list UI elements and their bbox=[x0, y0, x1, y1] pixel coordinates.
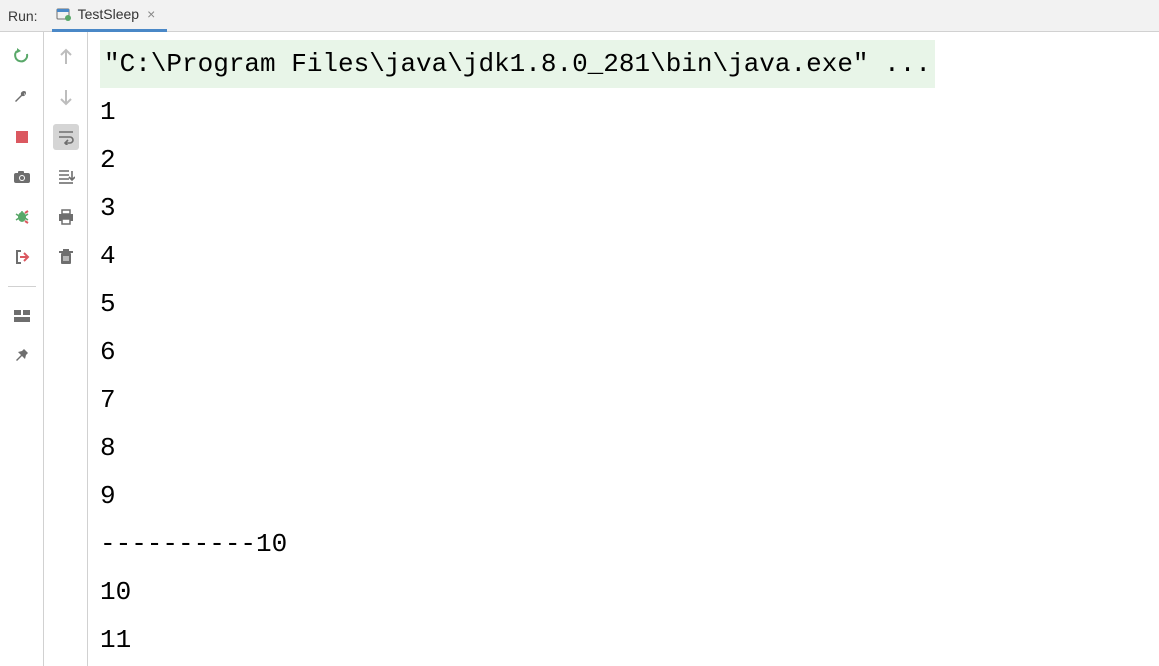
console-line: 6 bbox=[100, 328, 1147, 376]
console-line: 10 bbox=[100, 568, 1147, 616]
stop-button[interactable] bbox=[9, 124, 35, 150]
close-icon[interactable]: × bbox=[145, 6, 157, 22]
application-icon bbox=[56, 6, 72, 22]
console-line: 5 bbox=[100, 280, 1147, 328]
run-panel-body: "C:\Program Files\java\jdk1.8.0_281\bin\… bbox=[0, 32, 1159, 666]
console-line: 3 bbox=[100, 184, 1147, 232]
run-label: Run: bbox=[8, 8, 38, 24]
rerun-button[interactable] bbox=[9, 44, 35, 70]
camera-icon[interactable] bbox=[9, 164, 35, 190]
console-command-line: "C:\Program Files\java\jdk1.8.0_281\bin\… bbox=[100, 40, 1147, 88]
print-icon[interactable] bbox=[53, 204, 79, 230]
console-line: ----------10 bbox=[100, 520, 1147, 568]
up-arrow-icon bbox=[53, 44, 79, 70]
console-line: 11 bbox=[100, 616, 1147, 664]
layout-icon[interactable] bbox=[9, 303, 35, 329]
bug-icon[interactable] bbox=[9, 204, 35, 230]
exit-icon[interactable] bbox=[9, 244, 35, 270]
trash-icon[interactable] bbox=[53, 244, 79, 270]
console-line: 7 bbox=[100, 376, 1147, 424]
run-config-tab[interactable]: TestSleep × bbox=[52, 0, 168, 32]
console-line: 1 bbox=[100, 88, 1147, 136]
tab-title: TestSleep bbox=[78, 6, 139, 22]
toolbar-separator bbox=[8, 286, 36, 287]
run-panel-header: Run: TestSleep × bbox=[0, 0, 1159, 32]
wrench-icon[interactable] bbox=[9, 84, 35, 110]
console-line: 2 bbox=[100, 136, 1147, 184]
console-line: 4 bbox=[100, 232, 1147, 280]
console-line: 9 bbox=[100, 472, 1147, 520]
pin-icon[interactable] bbox=[9, 343, 35, 369]
scroll-to-end-icon[interactable] bbox=[53, 164, 79, 190]
console-output[interactable]: "C:\Program Files\java\jdk1.8.0_281\bin\… bbox=[88, 32, 1159, 666]
down-arrow-icon bbox=[53, 84, 79, 110]
console-line: 8 bbox=[100, 424, 1147, 472]
run-toolbar-right bbox=[44, 32, 88, 666]
run-toolbar-left bbox=[0, 32, 44, 666]
soft-wrap-icon[interactable] bbox=[53, 124, 79, 150]
